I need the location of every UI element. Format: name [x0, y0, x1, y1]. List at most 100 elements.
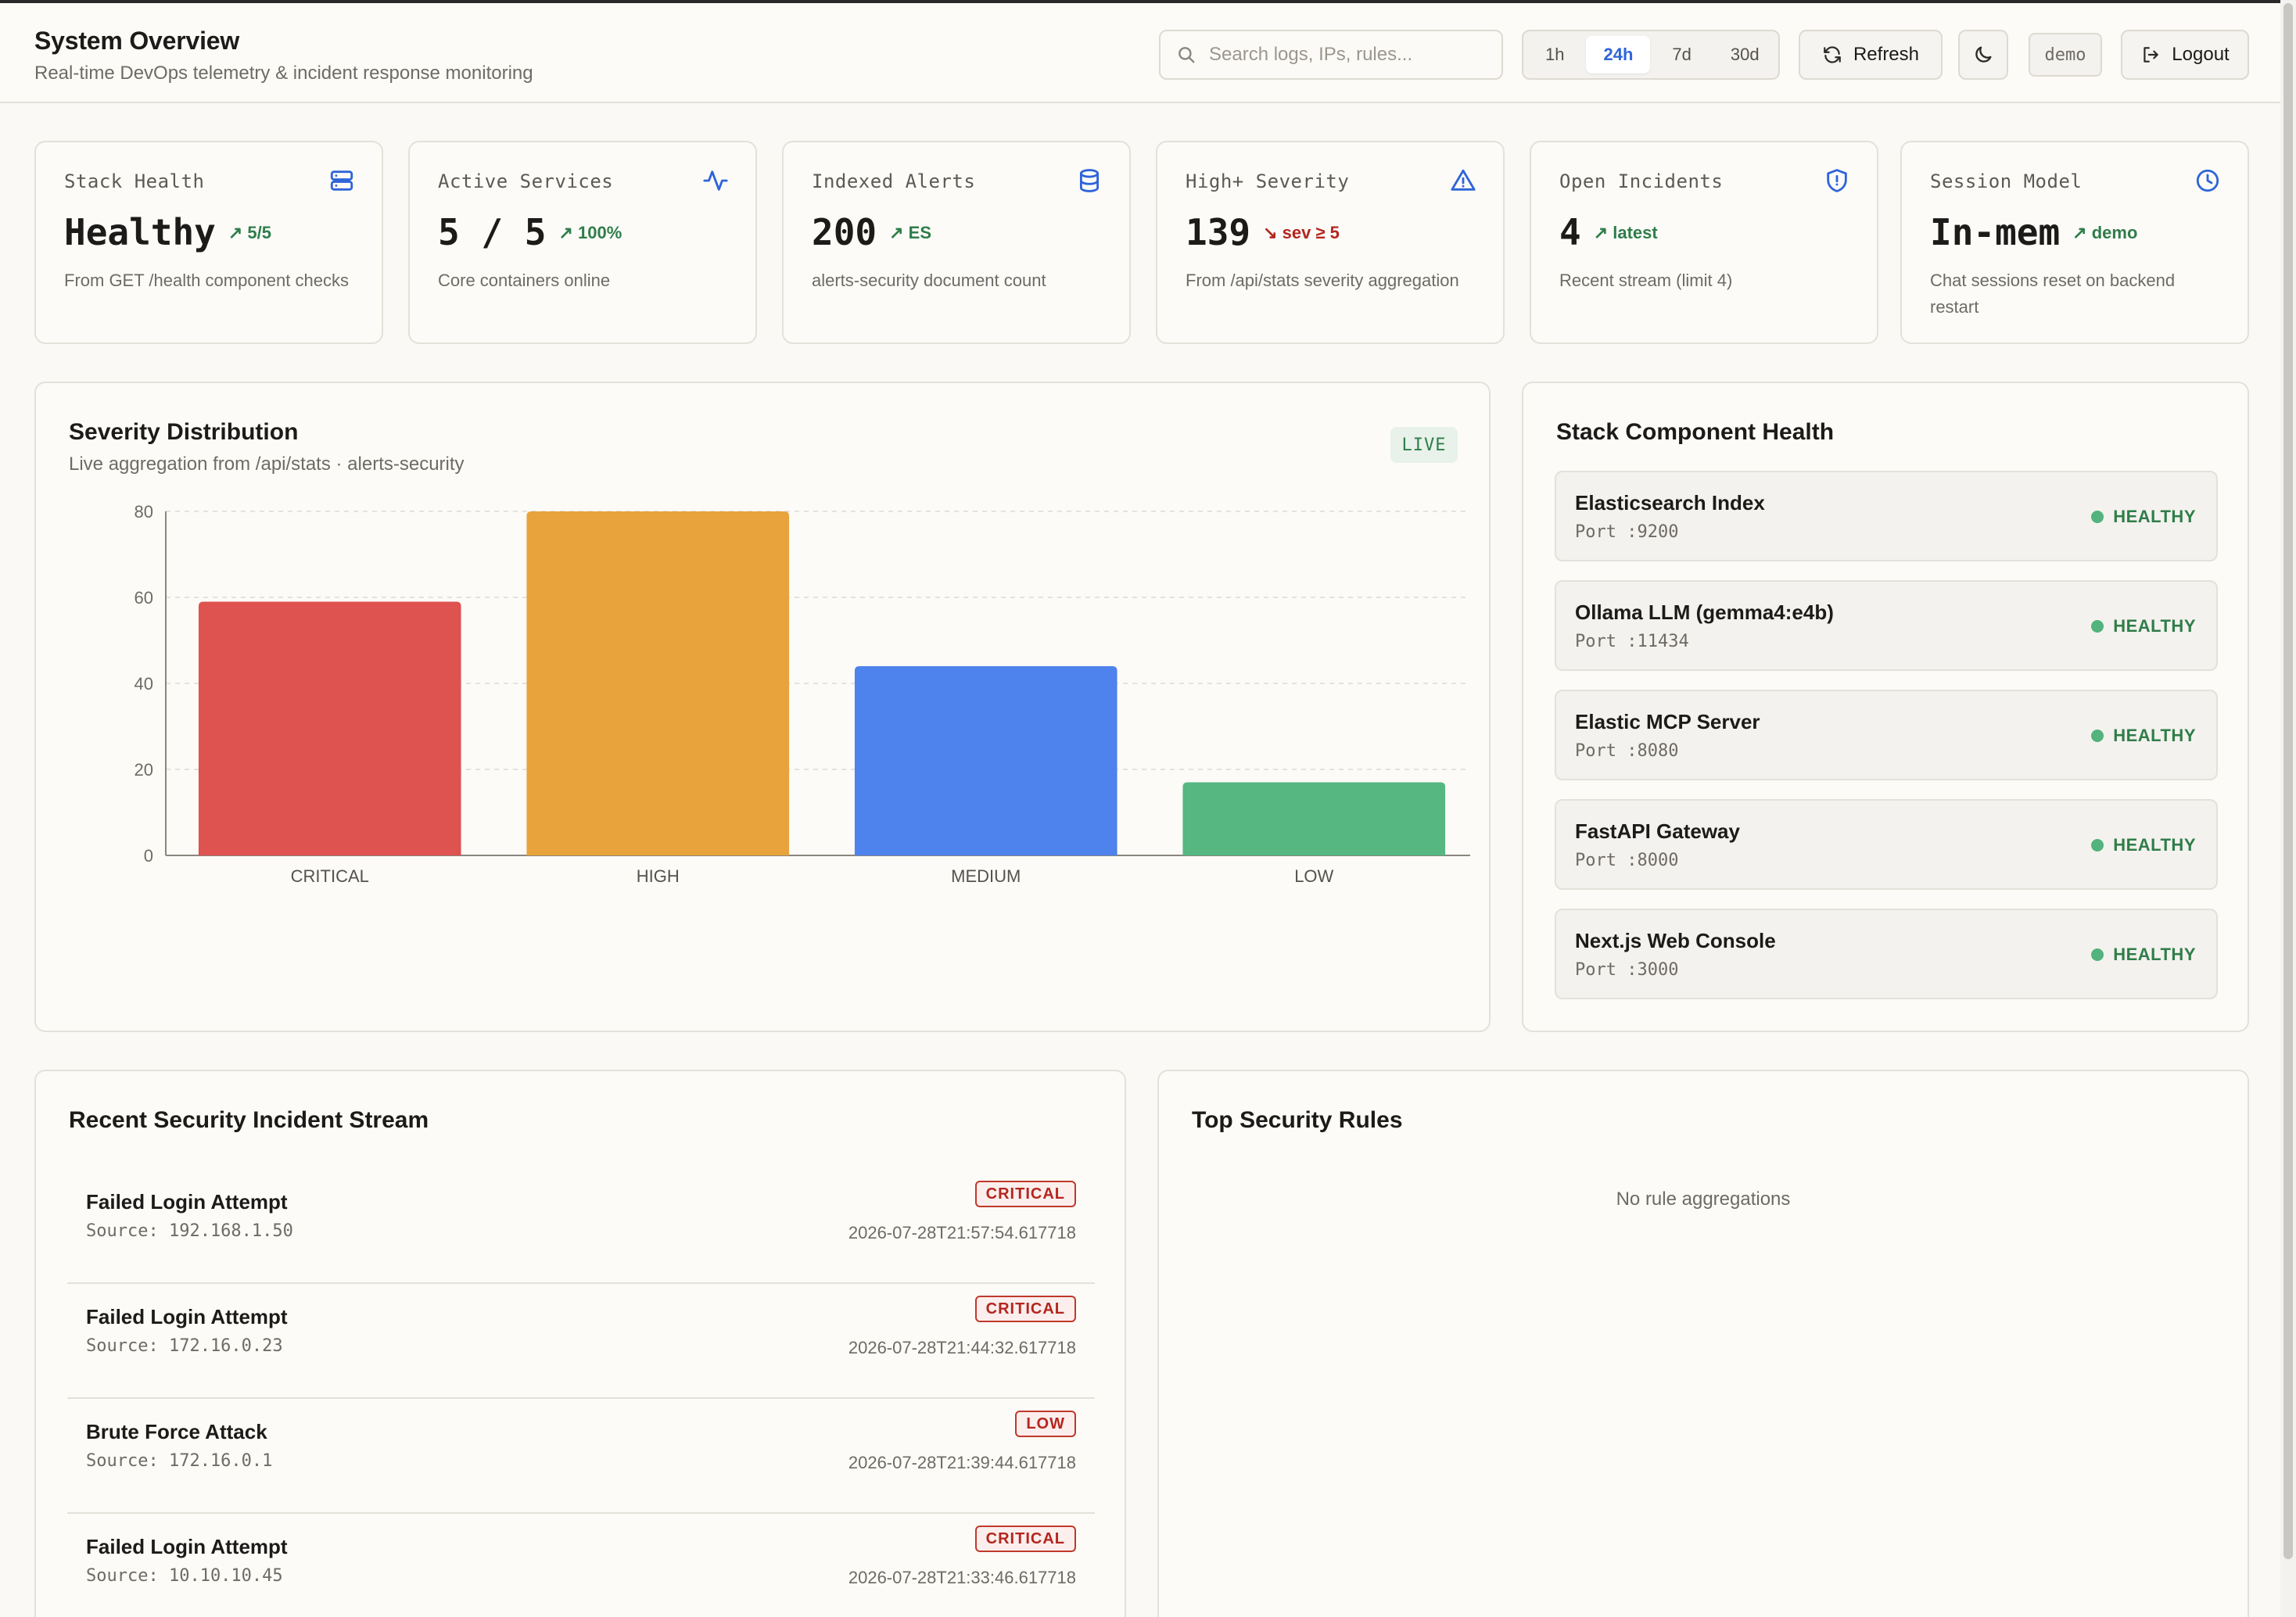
- severity-badge: CRITICAL: [974, 1181, 1076, 1207]
- incident-row[interactable]: Failed Login Attempt Source: 10.10.10.45…: [67, 1515, 1095, 1617]
- refresh-label: Refresh: [1853, 44, 1920, 65]
- stat-delta-text: latest: [1613, 223, 1658, 242]
- component-port: Port :3000: [1575, 960, 1679, 980]
- severity-distribution-card: Severity Distribution Live aggregation f…: [34, 382, 1491, 1032]
- component-name: Next.js Web Console: [1575, 929, 1776, 952]
- y-tick-label: 40: [135, 674, 153, 694]
- range-24h[interactable]: 24h: [1586, 36, 1651, 74]
- range-30d[interactable]: 30d: [1713, 36, 1777, 74]
- status-badge: HEALTHY: [2091, 507, 2196, 527]
- bar-medium: [854, 666, 1118, 855]
- logout-label: Logout: [2172, 44, 2230, 65]
- y-tick-label: 0: [144, 846, 153, 866]
- stat-label: Active Services: [438, 170, 614, 192]
- status-text: HEALTHY: [2113, 616, 2196, 636]
- search-icon: [1178, 47, 1195, 63]
- stat-delta: ↗ latest: [1593, 223, 1658, 242]
- page-title: System Overview: [34, 27, 240, 55]
- refresh-button[interactable]: Refresh: [1799, 30, 1943, 80]
- y-tick-label: 20: [135, 760, 153, 780]
- theme-toggle-button[interactable]: [1958, 30, 2008, 80]
- stat-value: In-mem ↗ demo: [1930, 211, 2137, 253]
- incident-source: Source: 10.10.10.45: [86, 1566, 283, 1586]
- stat-label: High+ Severity: [1186, 170, 1350, 192]
- stat-delta: ↘ sev ≥ 5: [1263, 223, 1340, 242]
- stat-card-session-model: Session Model In-mem ↗ demo Chat sessions…: [1900, 141, 2249, 344]
- stat-value-text: Healthy: [64, 211, 216, 253]
- component-name: FastAPI Gateway: [1575, 819, 1740, 843]
- stat-delta-text: 100%: [578, 223, 622, 242]
- logout-button[interactable]: Logout: [2121, 30, 2249, 80]
- severity-badge: CRITICAL: [974, 1526, 1076, 1552]
- stat-label: Indexed Alerts: [812, 170, 976, 192]
- status-badge: HEALTHY: [2091, 726, 2196, 746]
- incident-timestamp: 2026-07-28T21:33:46.617718: [848, 1568, 1076, 1587]
- refresh-icon: [1824, 46, 1841, 63]
- stat-delta: ↗ 100%: [558, 223, 622, 242]
- bar-critical: [198, 601, 461, 855]
- status-badge: HEALTHY: [2091, 835, 2196, 855]
- y-tick-label: 60: [135, 588, 153, 608]
- page-subtitle: Real-time DevOps telemetry & incident re…: [34, 63, 533, 84]
- stat-card-stack-health: Stack Health Healthy ↗ 5/5 From GET /heal…: [34, 141, 383, 344]
- moon-icon: [1975, 46, 1992, 63]
- shield-icon: [1827, 169, 1847, 192]
- activity-icon: [703, 170, 728, 191]
- incident-title: Brute Force Attack: [86, 1420, 267, 1443]
- health-item: Ollama LLM (gemma4:e4b) Port :11434 HEAL…: [1555, 580, 2218, 671]
- empty-state-text: No rule aggregations: [1616, 1189, 1791, 1210]
- stat-value-text: 139: [1186, 211, 1251, 253]
- search-box[interactable]: [1159, 30, 1503, 80]
- stat-value-text: 5 / 5: [438, 211, 547, 253]
- status-text: HEALTHY: [2113, 726, 2196, 745]
- component-port: Port :11434: [1575, 632, 1689, 651]
- stat-card-active-services: Active Services 5 / 5 ↗ 100% Core contain…: [408, 141, 757, 344]
- stat-value-text: In-mem: [1930, 211, 2061, 253]
- clock-icon: [2196, 169, 2219, 192]
- status-badge: HEALTHY: [2091, 945, 2196, 965]
- incident-source: Source: 192.168.1.50: [86, 1221, 293, 1241]
- health-item: FastAPI Gateway Port :8000 HEALTHY: [1555, 799, 2218, 890]
- status-badge: HEALTHY: [2091, 616, 2196, 636]
- stat-description: From GET /health component checks: [64, 271, 349, 290]
- x-tick-label: HIGH: [637, 866, 680, 886]
- status-dot-icon: [2091, 948, 2104, 961]
- stat-card-open-incidents: Open Incidents 4 ↗ latest Recent stream (…: [1530, 141, 1878, 344]
- severity-badge: LOW: [1015, 1411, 1076, 1437]
- stat-label: Session Model: [1930, 170, 2083, 192]
- incident-stream-card: Recent Security Incident Stream Failed L…: [34, 1070, 1126, 1617]
- stat-value: 5 / 5 ↗ 100%: [438, 211, 622, 253]
- stack-component-health-card: Stack Component Health Elasticsearch Ind…: [1522, 382, 2249, 1032]
- health-item: Elastic MCP Server Port :8080 HEALTHY: [1555, 690, 2218, 780]
- top-bar: System Overview Real-time DevOps telemet…: [0, 0, 2296, 103]
- stat-description: From /api/stats severity aggregation: [1186, 271, 1459, 290]
- top-security-rules-card: Top Security Rules No rule aggregations: [1157, 1070, 2249, 1617]
- stat-value-text: 200: [812, 211, 877, 253]
- stat-value-text: 4: [1559, 211, 1581, 253]
- component-name: Elastic MCP Server: [1575, 710, 1760, 733]
- stat-description: Recent stream (limit 4): [1559, 271, 1733, 290]
- incident-row[interactable]: Brute Force Attack Source: 172.16.0.1 LO…: [67, 1400, 1095, 1514]
- stat-value: Healthy ↗ 5/5: [64, 211, 271, 253]
- status-text: HEALTHY: [2113, 507, 2196, 526]
- user-badge: demo: [2029, 33, 2102, 77]
- scrollbar-thumb[interactable]: [2283, 3, 2293, 1559]
- status-text: HEALTHY: [2113, 945, 2196, 964]
- card-title: Stack Component Health: [1556, 419, 1835, 445]
- stat-value: 139 ↘ sev ≥ 5: [1186, 211, 1340, 253]
- incident-row[interactable]: Failed Login Attempt Source: 192.168.1.5…: [67, 1170, 1095, 1284]
- bar-low: [1182, 782, 1446, 855]
- stat-description: Core containers online: [438, 271, 611, 290]
- stat-delta: ↗ ES: [889, 223, 931, 242]
- stat-label: Stack Health: [64, 170, 205, 192]
- stat-delta-text: sev ≥ 5: [1282, 223, 1340, 242]
- status-dot-icon: [2091, 730, 2104, 742]
- incident-title: Failed Login Attempt: [86, 1190, 288, 1214]
- incident-timestamp: 2026-07-28T21:39:44.617718: [848, 1453, 1076, 1472]
- range-7d[interactable]: 7d: [1655, 36, 1708, 74]
- logout-icon: [2144, 47, 2159, 63]
- search-input[interactable]: [1209, 44, 1491, 66]
- stat-label: Open Incidents: [1559, 170, 1724, 192]
- incident-row[interactable]: Failed Login Attempt Source: 172.16.0.23…: [67, 1285, 1095, 1399]
- range-1h[interactable]: 1h: [1528, 36, 1581, 74]
